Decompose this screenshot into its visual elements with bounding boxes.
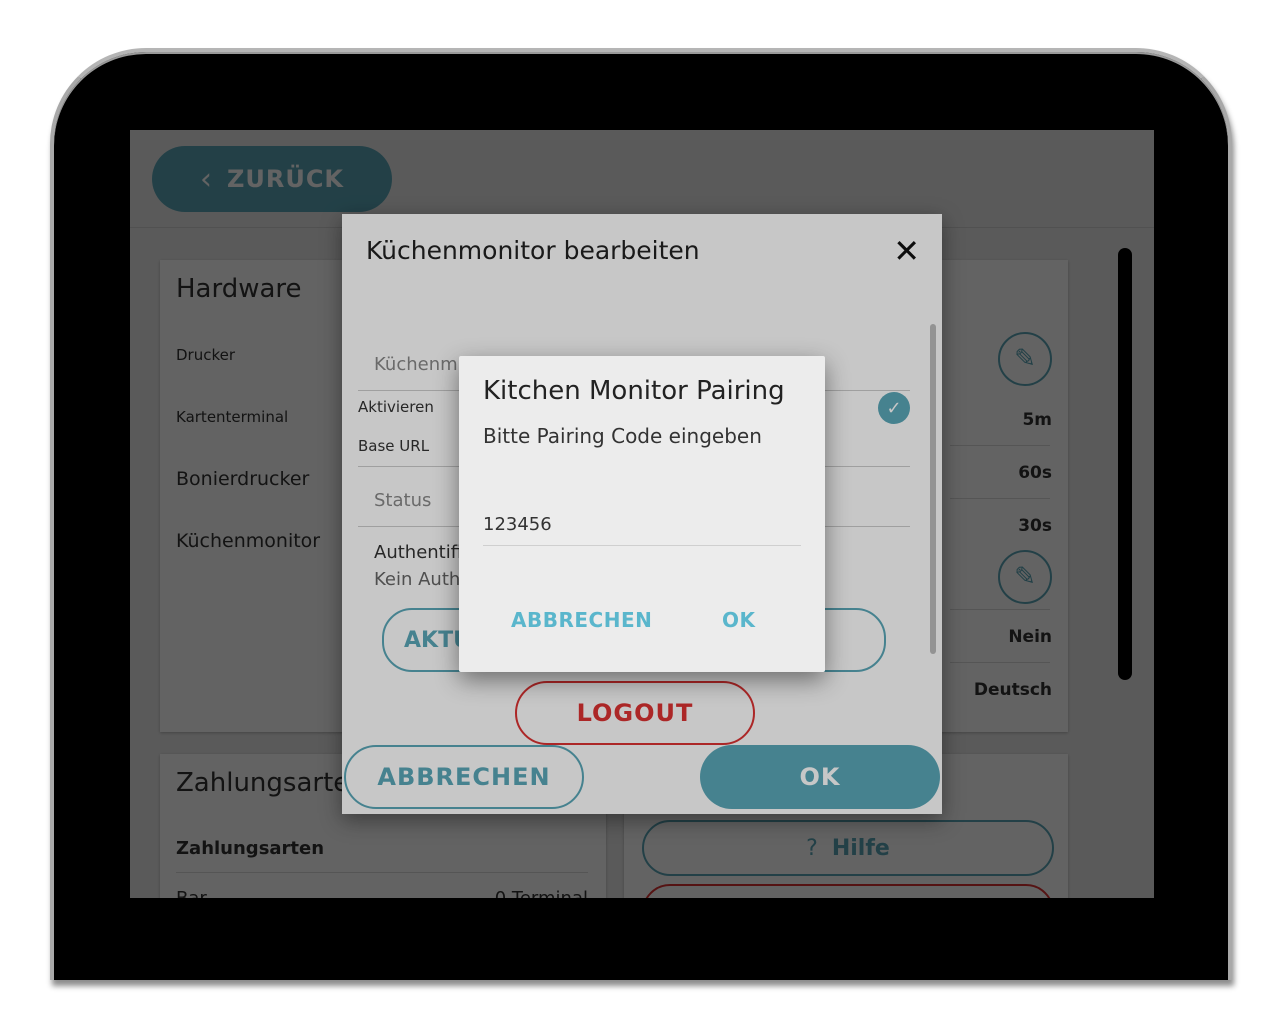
app-screen: ‹ ZURÜCK Hardware Drucker Kartenterminal…: [130, 130, 1154, 898]
pairing-dialog: Kitchen Monitor Pairing Bitte Pairing Co…: [459, 356, 825, 672]
pairing-title: Kitchen Monitor Pairing: [483, 376, 785, 406]
pairing-ok-button[interactable]: OK: [722, 608, 756, 632]
pairing-code-input[interactable]: [483, 504, 801, 546]
pairing-message: Bitte Pairing Code eingeben: [483, 424, 762, 448]
pairing-cancel-button[interactable]: ABBRECHEN: [511, 608, 652, 632]
